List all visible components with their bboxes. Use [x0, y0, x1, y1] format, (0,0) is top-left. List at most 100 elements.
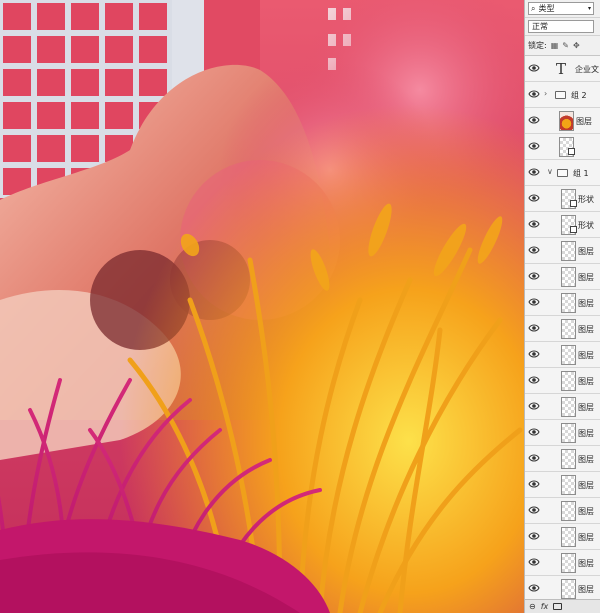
lock-brush-icon[interactable]: ✎	[562, 41, 569, 50]
visibility-eye-icon[interactable]	[528, 140, 540, 152]
layer-name: 图层	[578, 377, 594, 386]
fx-icon[interactable]: fx	[541, 602, 549, 611]
chevron-down-icon: ▾	[587, 5, 591, 12]
blend-mode-row: 正常	[525, 18, 600, 36]
shape-layer-badge-icon	[570, 226, 577, 233]
layer-row[interactable]: 图层	[525, 316, 600, 342]
visibility-eye-icon[interactable]	[528, 400, 540, 412]
visibility-eye-icon[interactable]	[528, 322, 540, 334]
layer-thumbnail	[561, 371, 576, 391]
document-canvas[interactable]	[0, 0, 524, 613]
layer-row[interactable]: 图层	[525, 472, 600, 498]
layer-row[interactable]: 图层	[525, 368, 600, 394]
layer-row[interactable]: 图层	[525, 446, 600, 472]
layer-thumbnail	[561, 553, 576, 573]
blend-mode-dropdown[interactable]: 正常	[528, 20, 594, 33]
visibility-eye-icon[interactable]	[528, 556, 540, 568]
layer-name: 图层	[578, 455, 594, 464]
layer-name: 图层	[578, 299, 594, 308]
lock-label: 锁定:	[528, 41, 547, 50]
layer-row[interactable]: 图层	[525, 498, 600, 524]
filter-label: 类型	[538, 4, 555, 13]
layers-panel: ⌕ 类型 ▾ 正常 锁定: ▦ ✎ ✥ T 企业文 › 组 2 图层 ∨ 组 1 形状 形状 图层…	[524, 0, 600, 613]
layer-row[interactable]: 形状	[525, 186, 600, 212]
layer-name: 图层	[578, 325, 594, 334]
layer-thumbnail	[561, 319, 576, 339]
visibility-eye-icon[interactable]	[528, 270, 540, 282]
layer-thumbnail	[561, 423, 576, 443]
layer-row[interactable]: 图层	[525, 394, 600, 420]
layer-row[interactable]: 图层	[525, 290, 600, 316]
layer-name: 图层	[578, 481, 594, 490]
layer-name: 图层	[578, 533, 594, 542]
visibility-eye-icon[interactable]	[528, 88, 540, 100]
search-icon: ⌕	[531, 3, 536, 13]
layer-thumbnail	[561, 527, 576, 547]
layer-name: 图层	[576, 117, 592, 126]
shape-layer-badge-icon	[568, 148, 575, 155]
layer-thumbnail	[561, 501, 576, 521]
lock-move-icon[interactable]: ✥	[573, 41, 580, 50]
layer-thumbnail	[561, 579, 576, 599]
visibility-eye-icon[interactable]	[528, 166, 540, 178]
layer-row[interactable]: 图层	[525, 264, 600, 290]
visibility-eye-icon[interactable]	[528, 582, 540, 594]
visibility-eye-icon[interactable]	[528, 296, 540, 308]
layer-row[interactable]: › 组 2	[525, 82, 600, 108]
layer-name: 图层	[578, 429, 594, 438]
layers-bottom-bar: ⊖ fx	[525, 599, 600, 613]
visibility-eye-icon[interactable]	[528, 426, 540, 438]
layer-row[interactable]: 图层	[525, 108, 600, 134]
layer-name: 企业文	[575, 65, 599, 74]
visibility-eye-icon[interactable]	[528, 478, 540, 490]
layer-name: 图层	[578, 247, 594, 256]
layer-thumbnail	[561, 293, 576, 313]
layer-row[interactable]: 形状	[525, 212, 600, 238]
text-layer-icon: T	[556, 60, 567, 78]
lock-row: 锁定: ▦ ✎ ✥	[525, 36, 600, 56]
visibility-eye-icon[interactable]	[528, 218, 540, 230]
visibility-eye-icon[interactable]	[528, 62, 540, 74]
layer-name: 形状	[578, 221, 594, 230]
layer-name: 图层	[578, 273, 594, 282]
layer-name: 形状	[578, 195, 594, 204]
layer-name: 图层	[578, 585, 594, 594]
visibility-eye-icon[interactable]	[528, 530, 540, 542]
layer-row[interactable]: 图层	[525, 238, 600, 264]
layer-name: 图层	[578, 559, 594, 568]
layer-name: 组 2	[571, 91, 587, 100]
lock-transparent-icon[interactable]: ▦	[551, 41, 559, 50]
layer-row[interactable]: 图层	[525, 550, 600, 576]
visibility-eye-icon[interactable]	[528, 452, 540, 464]
folder-icon	[555, 91, 566, 99]
layer-filter-dropdown[interactable]: ⌕ 类型 ▾	[528, 2, 594, 15]
layer-name: 图层	[578, 507, 594, 516]
visibility-eye-icon[interactable]	[528, 348, 540, 360]
layer-name: 组 1	[573, 169, 589, 178]
link-icon[interactable]: ⊖	[529, 602, 536, 611]
group-toggle-arrow-icon[interactable]: ∨	[547, 167, 553, 176]
visibility-eye-icon[interactable]	[528, 244, 540, 256]
layer-row[interactable]: T 企业文	[525, 56, 600, 82]
group-toggle-arrow-icon[interactable]: ›	[544, 89, 547, 98]
visibility-eye-icon[interactable]	[528, 192, 540, 204]
mask-icon[interactable]	[553, 603, 563, 610]
visibility-eye-icon[interactable]	[528, 374, 540, 386]
layer-row[interactable]	[525, 134, 600, 160]
shape-layer-badge-icon	[570, 200, 577, 207]
layer-thumbnail	[561, 475, 576, 495]
layer-filter-row: ⌕ 类型 ▾	[525, 0, 600, 18]
layer-thumbnail	[561, 241, 576, 261]
layer-row[interactable]: ∨ 组 1	[525, 160, 600, 186]
layer-row[interactable]: 图层	[525, 342, 600, 368]
layer-thumbnail	[561, 345, 576, 365]
folder-icon	[557, 169, 568, 177]
layer-thumbnail	[561, 397, 576, 417]
layer-row[interactable]: 图层	[525, 524, 600, 550]
layer-thumbnail	[559, 111, 574, 131]
artwork-illustration	[0, 0, 524, 613]
layer-name: 图层	[578, 403, 594, 412]
visibility-eye-icon[interactable]	[528, 504, 540, 516]
layer-row[interactable]: 图层	[525, 420, 600, 446]
visibility-eye-icon[interactable]	[528, 114, 540, 126]
